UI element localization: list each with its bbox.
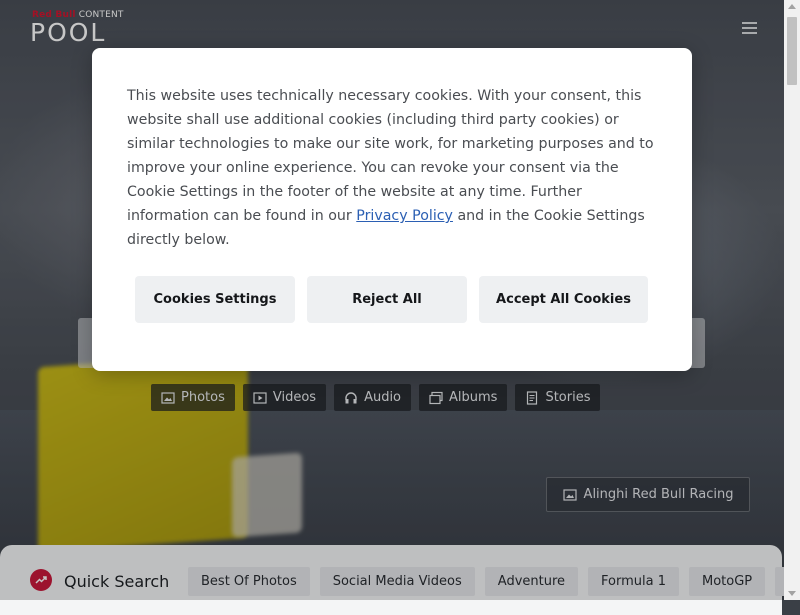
cookie-text-before-link: This website uses technically necessary … [127,88,654,224]
cookie-consent-dialog: This website uses technically necessary … [92,48,692,371]
cookie-button-row: Cookies Settings Reject All Accept All C… [135,276,648,323]
scroll-up-arrow-icon[interactable] [788,4,796,9]
page-scrollbar[interactable] [784,0,800,600]
privacy-policy-link[interactable]: Privacy Policy [356,208,453,224]
scroll-thumb[interactable] [787,17,797,85]
cookie-consent-text: This website uses technically necessary … [127,84,657,252]
scroll-down-arrow-icon[interactable] [788,591,796,596]
accept-all-cookies-button[interactable]: Accept All Cookies [479,276,648,323]
cookies-settings-button[interactable]: Cookies Settings [135,276,295,323]
reject-all-button[interactable]: Reject All [307,276,467,323]
